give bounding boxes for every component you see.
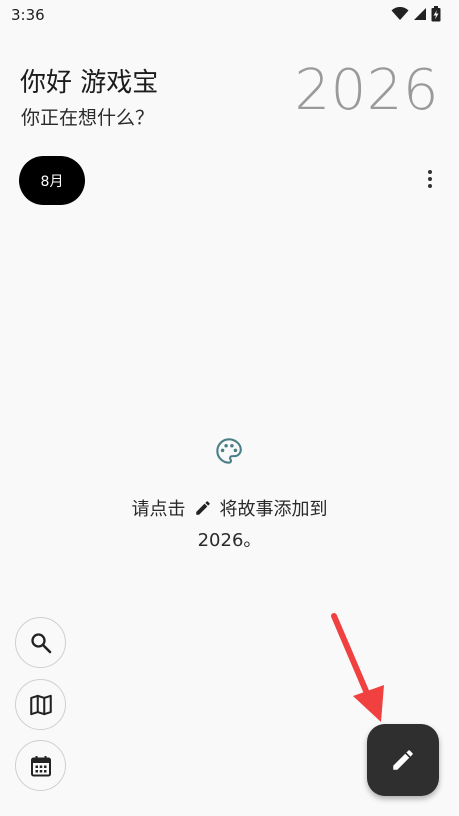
palette-icon: [216, 438, 242, 464]
greeting-title: 你好 游戏宝: [20, 68, 159, 98]
app-screen: 3:36 你好 游戏宝 你正在想什么？ 2026 8月 请点击 将故事添加到 2…: [0, 0, 459, 816]
empty-state-text-before: 请点击: [131, 499, 186, 520]
search-icon: [30, 632, 51, 653]
status-icons: [391, 6, 441, 22]
more-options-button[interactable]: [421, 166, 439, 192]
red-arrow-annotation: [331, 613, 384, 722]
status-bar: 3:36: [0, 0, 459, 32]
wifi-icon: [391, 7, 409, 20]
empty-state-message: 请点击 将故事添加到: [0, 495, 459, 521]
empty-state-text-after: 将故事添加到: [219, 499, 328, 520]
map-icon: [29, 694, 52, 715]
battery-icon: [431, 6, 441, 22]
month-chip[interactable]: 8月: [19, 156, 85, 205]
greeting-subtitle: 你正在想什么？: [21, 107, 155, 129]
signal-icon: [414, 8, 426, 20]
empty-state-year-text: 2026。: [197, 530, 262, 551]
pencil-icon: [393, 750, 413, 770]
search-button[interactable]: [15, 617, 66, 668]
more-vertical-icon-dot: [428, 170, 432, 174]
map-button[interactable]: [15, 679, 66, 730]
add-story-fab[interactable]: [367, 724, 439, 796]
calendar-button[interactable]: [15, 740, 66, 791]
more-vertical-icon-dot: [428, 177, 432, 181]
status-time: 3:36: [11, 6, 45, 24]
pencil-icon: [195, 501, 210, 515]
year-display[interactable]: 2026: [294, 58, 439, 123]
more-vertical-icon-dot: [428, 184, 432, 188]
calendar-icon: [30, 755, 51, 776]
